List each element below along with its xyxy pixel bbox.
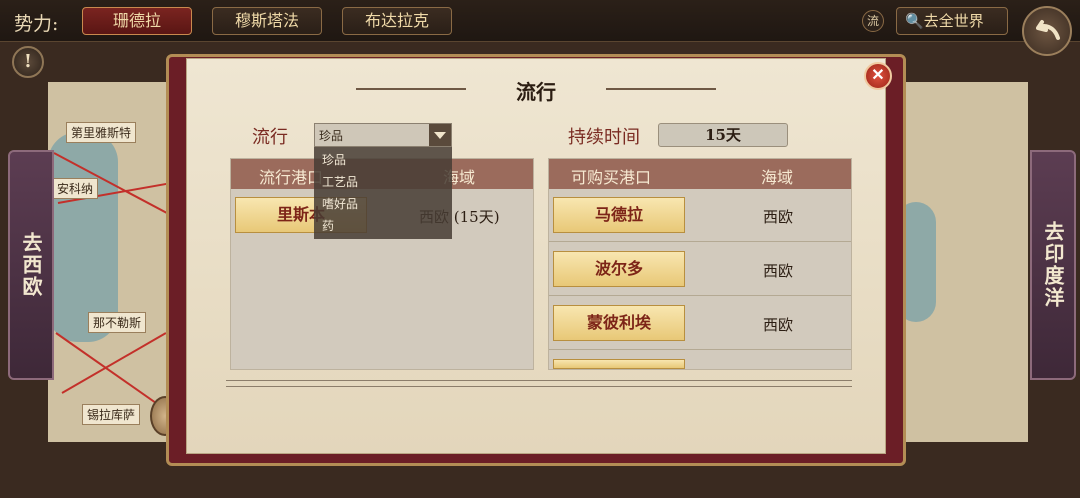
map-city-label[interactable]: 那不勒斯 <box>88 312 147 333</box>
sea-cell: 西欧 <box>763 208 794 226</box>
title-divider-left <box>356 88 466 90</box>
title-divider-right <box>606 88 716 90</box>
map-left: 第里雅斯特 安科纳 那不勒斯 锡拉库萨 <box>48 82 197 442</box>
faction-tab-3[interactable]: 布达拉克 <box>342 7 452 35</box>
buy-ports-panel: 可购买港口 海域 马德拉 西欧 波尔多 西欧 蒙彼利埃 西欧 <box>548 158 852 370</box>
port-button[interactable]: 波尔多 <box>553 251 685 287</box>
go-world-button[interactable]: 🔍去全世界 <box>896 7 1008 35</box>
go-indian-ocean-tab[interactable]: 去印度洋 <box>1030 150 1076 380</box>
row-divider <box>549 295 851 296</box>
row-divider <box>549 241 851 242</box>
back-arrow-icon <box>1036 20 1060 40</box>
faction-tab-2[interactable]: 穆斯塔法 <box>212 7 322 35</box>
sea-area <box>48 132 118 342</box>
trend-label: 流行 <box>252 127 288 148</box>
faction-label: 势力: <box>14 13 59 35</box>
port-button[interactable]: 蒙彼利埃 <box>553 305 685 341</box>
alert-button[interactable]: ! <box>12 46 44 78</box>
trend-dropdown-value: 珍品 <box>319 129 344 143</box>
row-divider <box>549 349 851 350</box>
close-button[interactable]: ✕ <box>864 62 892 90</box>
sea-cell: 西欧 <box>763 262 794 280</box>
header-sea: 海域 <box>761 168 794 187</box>
panel-header: 可购买港口 海域 <box>549 159 851 189</box>
trend-button[interactable]: 流 <box>862 10 884 32</box>
go-world-label: 去全世界 <box>923 12 984 30</box>
search-icon: 🔍 <box>905 12 924 30</box>
top-bar: 势力: 珊德拉 穆斯塔法 布达拉克 流 🔍去全世界 <box>0 0 1080 42</box>
faction-tab-1[interactable]: 珊德拉 <box>82 7 192 35</box>
port-button[interactable]: 马德拉 <box>553 197 685 233</box>
go-west-europe-tab[interactable]: 去西欧 <box>8 150 54 380</box>
trend-dropdown-list: 珍品 工艺品 嗜好品 药 <box>314 147 452 239</box>
dropdown-option[interactable]: 药 <box>322 217 334 234</box>
port-button-partial[interactable] <box>553 359 685 369</box>
dropdown-option[interactable]: 珍品 <box>322 151 346 168</box>
duration-label: 持续时间 <box>568 127 640 148</box>
dialog-title: 流行 <box>516 80 556 104</box>
bottom-divider <box>226 386 852 387</box>
map-right <box>896 82 1028 442</box>
header-port: 可购买港口 <box>571 168 652 187</box>
dropdown-option[interactable]: 嗜好品 <box>322 195 358 212</box>
sea-cell: 西欧 <box>763 316 794 334</box>
duration-value: 15天 <box>658 123 788 147</box>
map-city-label[interactable]: 第里雅斯特 <box>66 122 137 143</box>
chevron-down-icon[interactable] <box>429 124 451 146</box>
dropdown-option[interactable]: 工艺品 <box>322 173 358 190</box>
map-city-label[interactable]: 锡拉库萨 <box>82 404 141 425</box>
map-city-label[interactable]: 安科纳 <box>52 178 99 199</box>
trend-dropdown[interactable]: 珍品 <box>314 123 452 147</box>
back-button[interactable] <box>1022 6 1072 56</box>
bottom-divider <box>226 380 852 381</box>
